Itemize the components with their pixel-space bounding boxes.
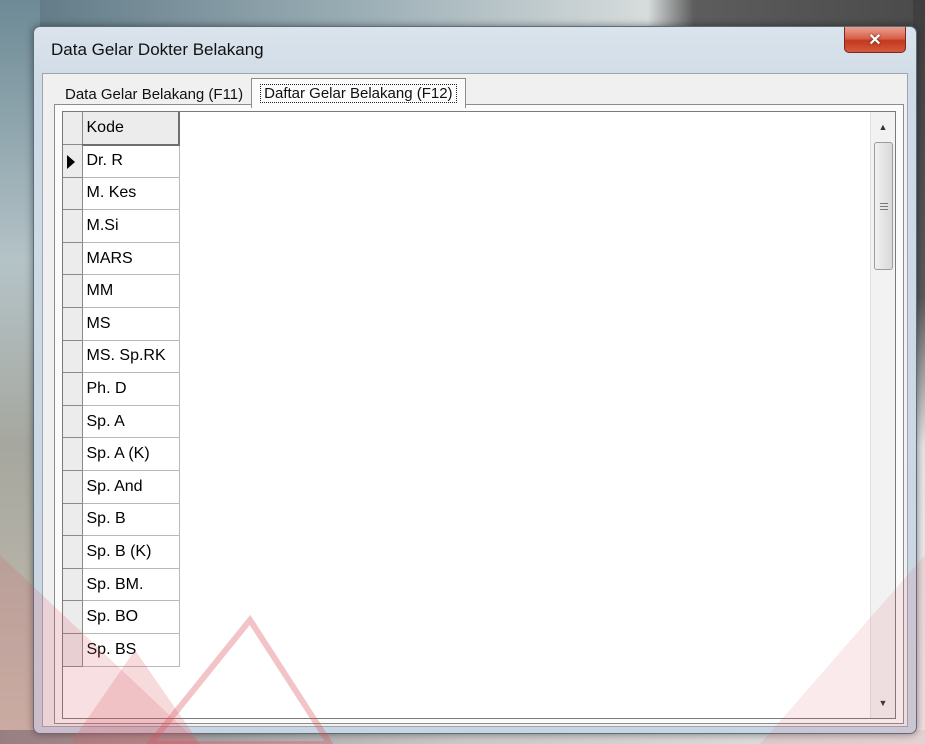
table-row[interactable]: Sp. A [63, 405, 180, 439]
dialog-window: Data Gelar Dokter Belakang ✕ Data Gelar … [33, 26, 917, 734]
cell-kode[interactable]: Sp. B [82, 503, 180, 537]
table-row[interactable]: MM [63, 274, 180, 309]
cell-kode[interactable]: MM [82, 274, 180, 309]
row-indicator[interactable] [63, 535, 83, 569]
row-indicator-header [63, 112, 83, 146]
tab-panel-daftar: Kode Dr. R M. Kes M.Si MARS MM MS MS. Sp.RK Ph.… [54, 104, 904, 724]
table-row[interactable]: MS [63, 307, 180, 341]
row-indicator[interactable] [63, 274, 83, 309]
grid-table: Kode Dr. R M. Kes M.Si MARS MM MS MS. Sp.RK Ph.… [63, 112, 180, 667]
column-header-kode[interactable]: Kode [82, 112, 180, 146]
row-indicator[interactable] [63, 242, 83, 276]
row-indicator[interactable] [63, 568, 83, 602]
row-indicator[interactable] [63, 144, 83, 178]
scroll-up-button[interactable]: ▲ [871, 116, 895, 138]
table-row[interactable]: Sp. And [63, 470, 180, 504]
close-icon: ✕ [868, 31, 882, 49]
table-row[interactable]: Dr. R [63, 144, 180, 178]
row-indicator[interactable] [63, 470, 83, 504]
cell-kode[interactable]: MS. Sp.RK [82, 340, 180, 374]
cell-kode[interactable]: Dr. R [82, 144, 180, 178]
tab-daftar-gelar-belakang[interactable]: Daftar Gelar Belakang (F12) [251, 78, 466, 108]
cell-kode[interactable]: MARS [82, 242, 180, 276]
row-indicator[interactable] [63, 503, 83, 537]
cell-kode[interactable]: Sp. And [82, 470, 180, 504]
row-indicator[interactable] [63, 209, 83, 243]
table-row[interactable]: Sp. A (K) [63, 437, 180, 472]
table-row[interactable]: M.Si [63, 209, 180, 243]
row-indicator[interactable] [63, 600, 83, 634]
grip-icon [879, 202, 888, 210]
cell-kode[interactable]: Sp. B (K) [82, 535, 180, 569]
row-indicator[interactable] [63, 372, 83, 406]
cell-kode[interactable]: Sp. BM. [82, 568, 180, 602]
table-row[interactable]: Sp. BS [63, 633, 180, 667]
cell-kode[interactable]: M.Si [82, 209, 180, 243]
scroll-down-icon: ▼ [878, 698, 888, 708]
table-row[interactable]: Sp. BO [63, 600, 180, 634]
row-indicator[interactable] [63, 437, 83, 472]
scroll-down-button[interactable]: ▼ [871, 692, 895, 714]
window-title: Data Gelar Dokter Belakang [51, 40, 264, 59]
row-indicator[interactable] [63, 405, 83, 439]
cell-kode[interactable]: Sp. BO [82, 600, 180, 634]
current-row-arrow-icon [67, 155, 75, 170]
table-row[interactable]: Ph. D [63, 372, 180, 406]
vertical-scrollbar[interactable]: ▲ ▼ [870, 112, 895, 718]
client-area: Data Gelar Belakang (F11) Daftar Gelar B… [42, 73, 908, 727]
tab-label: Data Gelar Belakang (F11) [65, 85, 244, 103]
cell-kode[interactable]: MS [82, 307, 180, 341]
table-row[interactable]: Sp. B [63, 503, 180, 537]
tab-label: Daftar Gelar Belakang (F12) [260, 84, 457, 103]
grid-body: Dr. R M. Kes M.Si MARS MM MS MS. Sp.RK Ph. D Sp.… [63, 144, 180, 667]
scroll-thumb[interactable] [874, 142, 893, 270]
table-row[interactable]: M. Kes [63, 177, 180, 211]
data-grid[interactable]: Kode Dr. R M. Kes M.Si MARS MM MS MS. Sp.RK Ph.… [62, 111, 896, 719]
cell-kode[interactable]: Sp. A (K) [82, 437, 180, 472]
cell-kode[interactable]: Ph. D [82, 372, 180, 406]
row-indicator[interactable] [63, 177, 83, 211]
cell-kode[interactable]: Sp. BS [82, 633, 180, 667]
table-row[interactable]: MS. Sp.RK [63, 340, 180, 374]
row-indicator[interactable] [63, 340, 83, 374]
row-indicator[interactable] [63, 633, 83, 667]
tab-strip: Data Gelar Belakang (F11) Daftar Gelar B… [57, 78, 466, 108]
cell-kode[interactable]: M. Kes [82, 177, 180, 211]
table-row[interactable]: Sp. B (K) [63, 535, 180, 569]
row-indicator[interactable] [63, 307, 83, 341]
title-bar[interactable]: Data Gelar Dokter Belakang ✕ [34, 27, 916, 73]
tab-data-gelar-belakang[interactable]: Data Gelar Belakang (F11) [57, 82, 252, 106]
grid-header-row: Kode [63, 112, 180, 146]
close-button[interactable]: ✕ [844, 27, 906, 53]
cell-kode[interactable]: Sp. A [82, 405, 180, 439]
table-row[interactable]: MARS [63, 242, 180, 276]
table-row[interactable]: Sp. BM. [63, 568, 180, 602]
scroll-up-icon: ▲ [878, 122, 888, 132]
